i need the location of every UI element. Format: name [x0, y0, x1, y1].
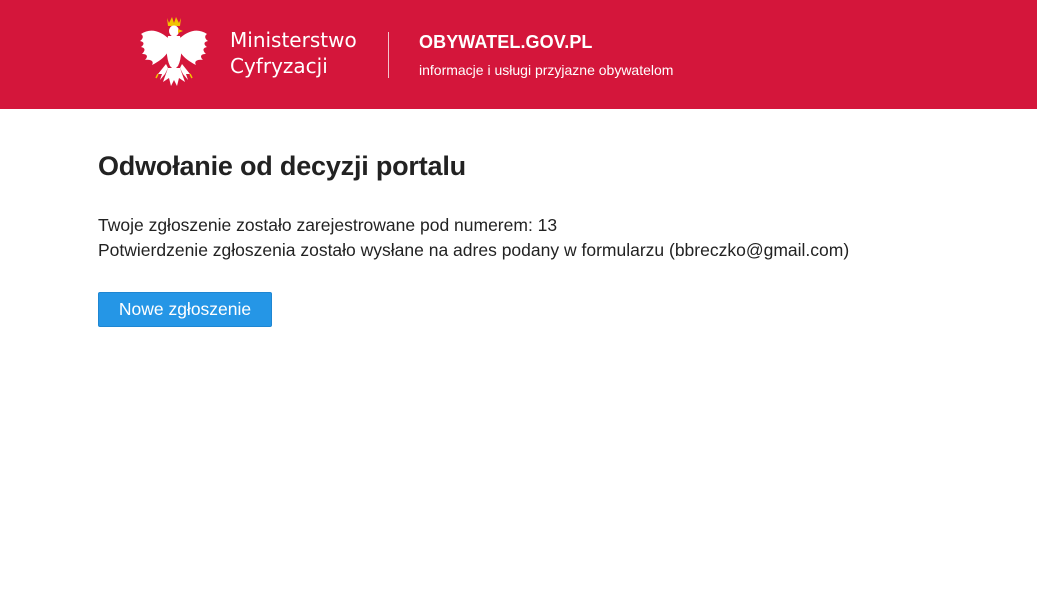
portal-name[interactable]: OBYWATEL.GOV.PL [419, 32, 593, 53]
new-request-button[interactable]: Nowe zgłoszenie [98, 292, 272, 327]
registration-number-text: Twoje zgłoszenie zostało zarejestrowane … [98, 215, 558, 235]
email-confirmation-text: Potwierdzenie zgłoszenia zostało wysłane… [98, 240, 850, 260]
confirmation-message: Twoje zgłoszenie zostało zarejestrowane … [98, 213, 849, 263]
portal-tagline: informacje i usługi przyjazne obywatelom [419, 62, 674, 78]
page-title: Odwołanie od decyzji portalu [98, 151, 466, 181]
header-divider [388, 32, 389, 78]
site-header: Ministerstwo Cyfryzacji OBYWATEL.GOV.PL … [0, 0, 1037, 109]
ministry-name: Ministerstwo Cyfryzacji [230, 27, 357, 79]
ministry-name-line2: Cyfryzacji [230, 54, 328, 78]
ministry-name-line1: Ministerstwo [230, 28, 357, 52]
polish-eagle-emblem-icon [140, 17, 208, 86]
